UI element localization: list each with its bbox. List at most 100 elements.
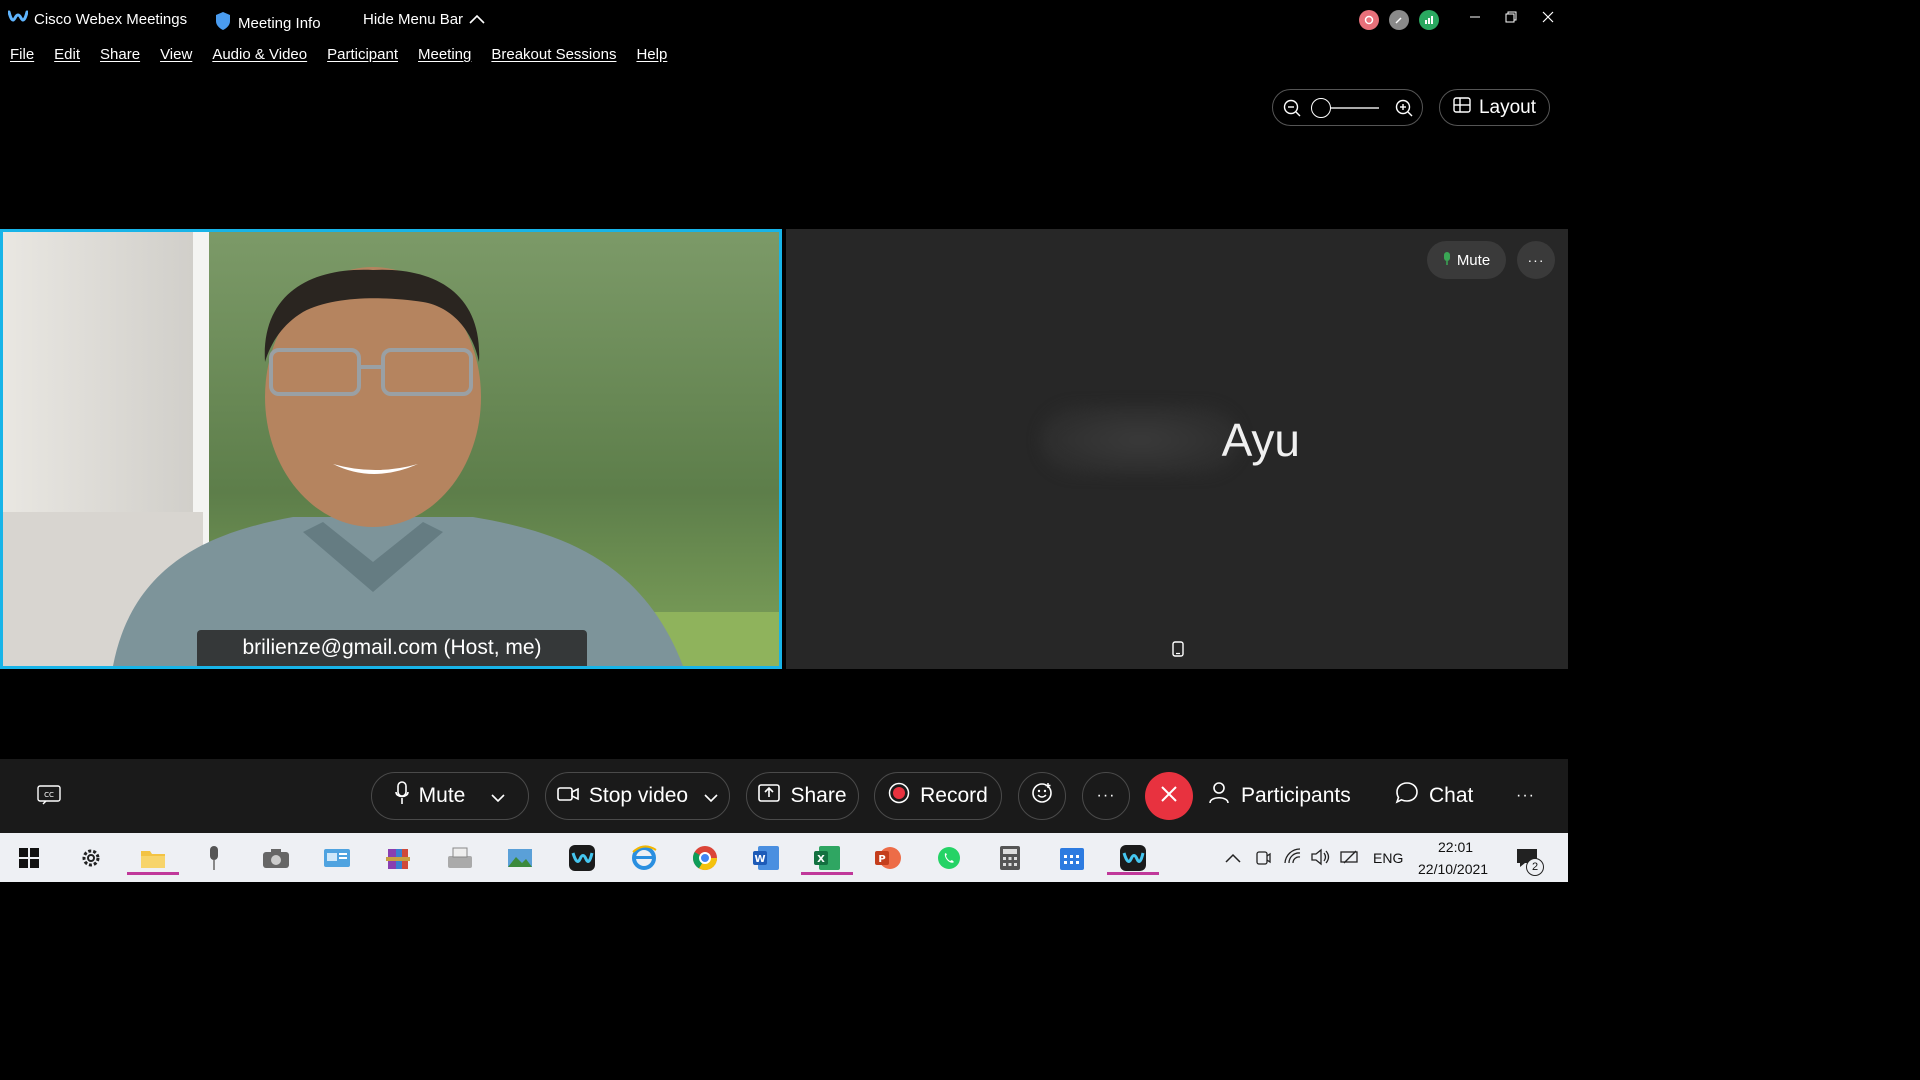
close-icon (1160, 785, 1178, 808)
webex-logo-icon (7, 10, 29, 31)
webex-meetings-taskbar-icon[interactable] (1107, 841, 1159, 875)
meeting-controls-bar: CC Mute Stop video Share Record ··· Part… (0, 759, 1568, 833)
menu-help[interactable]: Help (636, 46, 667, 70)
mute-label: Mute (418, 784, 466, 807)
menu-view[interactable]: View (160, 46, 192, 70)
chat-bubble-icon (1395, 781, 1419, 811)
svg-text:CC: CC (44, 791, 54, 799)
battery-unplugged-icon[interactable] (1340, 849, 1360, 870)
meeting-info-label: Meeting Info (238, 14, 321, 32)
menu-edit[interactable]: Edit (54, 46, 80, 70)
meeting-tray-icon[interactable] (1255, 848, 1271, 871)
connection-key-icon[interactable] (1389, 10, 1409, 30)
file-explorer-icon[interactable] (127, 841, 179, 875)
control-panel-icon[interactable] (320, 841, 354, 875)
chat-button[interactable]: Chat (1395, 772, 1473, 820)
input-language[interactable]: ENG (1373, 850, 1403, 866)
participants-button[interactable]: Participants (1209, 772, 1351, 820)
record-status-icon[interactable] (1359, 10, 1379, 30)
notification-count-badge: 2 (1526, 858, 1544, 876)
self-video-feed (3, 232, 779, 666)
end-meeting-button[interactable] (1145, 772, 1193, 820)
record-label: Record (920, 784, 988, 807)
chevron-down-icon[interactable] (491, 784, 505, 808)
svg-text:X: X (817, 854, 825, 865)
title-bar: Cisco Webex Meetings Meeting Info Hide M… (0, 0, 1568, 40)
windows-taskbar: W X P ENG 22:01 22/10/2021 2 (0, 833, 1568, 882)
whatsapp-icon[interactable] (932, 841, 966, 875)
layout-grid-icon (1453, 96, 1471, 119)
hide-menu-bar-label: Hide Menu Bar (363, 11, 464, 28)
active-app-indicator (801, 872, 853, 875)
share-label: Share (790, 784, 847, 807)
hide-menu-bar-button[interactable]: Hide Menu Bar (363, 11, 485, 28)
stop-video-button[interactable]: Stop video (545, 772, 730, 820)
show-hidden-icons-chevron-icon[interactable] (1225, 850, 1241, 868)
menu-audio-video[interactable]: Audio & Video (212, 46, 307, 70)
internet-explorer-icon[interactable] (627, 841, 661, 875)
winrar-icon[interactable] (381, 841, 415, 875)
chevron-down-icon[interactable] (704, 784, 718, 808)
self-video-tile[interactable]: brilienze@gmail.com (Host, me) (0, 229, 782, 669)
self-name-label: brilienze@gmail.com (Host, me) (197, 630, 587, 666)
remote-mute-label: Mute (1456, 251, 1491, 269)
shield-icon (214, 11, 232, 35)
chevron-up-icon (469, 11, 485, 28)
participants-icon (1209, 781, 1231, 811)
excel-icon[interactable]: X (801, 841, 853, 875)
volume-icon[interactable] (1311, 848, 1331, 871)
record-button[interactable]: Record (874, 772, 1002, 820)
zoom-slider-handle[interactable] (1311, 98, 1331, 118)
powerpoint-icon[interactable]: P (871, 841, 905, 875)
share-button[interactable]: Share (746, 772, 859, 820)
microphone-icon (394, 781, 409, 811)
reactions-button[interactable] (1018, 772, 1066, 820)
photos-icon[interactable] (504, 841, 538, 875)
mobile-device-icon (1172, 641, 1184, 662)
calculator-icon[interactable] (993, 841, 1027, 875)
share-screen-icon (758, 784, 781, 808)
camera-icon[interactable] (259, 841, 293, 875)
menu-bar: File Edit Share View Audio & Video Parti… (0, 46, 677, 70)
closed-captions-icon[interactable]: CC (37, 785, 61, 810)
menu-share[interactable]: Share (100, 46, 140, 70)
clock-time[interactable]: 22:01 (1438, 839, 1473, 855)
microphone-icon (1443, 251, 1451, 269)
svg-text:P: P (878, 854, 885, 865)
minimize-button[interactable] (1460, 6, 1490, 28)
clock-date[interactable]: 22/10/2021 (1418, 861, 1488, 877)
close-window-button[interactable] (1533, 6, 1563, 28)
menu-breakout-sessions[interactable]: Breakout Sessions (491, 46, 616, 70)
active-app-indicator (1107, 872, 1159, 875)
menu-meeting[interactable]: Meeting (418, 46, 471, 70)
remote-mute-button[interactable]: Mute (1427, 241, 1506, 279)
zoom-in-icon[interactable] (1395, 99, 1413, 122)
mute-button[interactable]: Mute (371, 772, 529, 820)
word-icon[interactable]: W (749, 841, 783, 875)
zoom-control (1272, 89, 1423, 126)
calendar-icon[interactable] (1055, 841, 1089, 875)
network-stats-icon[interactable] (1419, 10, 1439, 30)
chrome-icon[interactable] (688, 841, 722, 875)
windows-start-icon[interactable] (12, 841, 46, 875)
restore-button[interactable] (1496, 6, 1526, 28)
active-app-indicator (127, 872, 179, 875)
wifi-icon[interactable] (1284, 848, 1302, 869)
voice-recorder-icon[interactable] (197, 841, 231, 875)
webex-app-icon[interactable] (565, 841, 599, 875)
overflow-menu-button[interactable]: ··· (1516, 772, 1535, 820)
app-title: Cisco Webex Meetings (34, 11, 188, 28)
settings-gear-icon[interactable] (74, 841, 108, 875)
menu-file[interactable]: File (10, 46, 34, 70)
meeting-info-button[interactable]: Meeting Info (214, 11, 321, 35)
remote-participant-name: Ayu (1221, 414, 1300, 466)
fax-scan-icon[interactable] (443, 841, 477, 875)
svg-text:W: W (754, 854, 765, 865)
remote-more-options-button[interactable]: ··· (1517, 241, 1555, 279)
stop-video-label: Stop video (588, 784, 689, 807)
layout-button[interactable]: Layout (1439, 89, 1550, 126)
menu-participant[interactable]: Participant (327, 46, 398, 70)
video-camera-icon (557, 784, 579, 808)
more-options-button[interactable]: ··· (1082, 772, 1130, 820)
zoom-out-icon[interactable] (1283, 99, 1301, 122)
